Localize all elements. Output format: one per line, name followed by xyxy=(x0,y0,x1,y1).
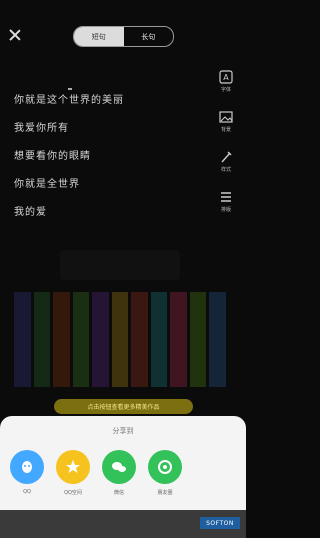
share-wechat[interactable]: 微信 xyxy=(98,450,140,496)
poem-line: 想要看你的眼睛 xyxy=(14,151,91,162)
wechat-icon xyxy=(102,450,136,484)
brush-icon xyxy=(221,151,232,163)
tab-active[interactable]: 短句 xyxy=(74,27,124,46)
moments-icon xyxy=(148,450,182,484)
mode-toggle[interactable]: 短句 长句 xyxy=(73,26,174,47)
image-icon xyxy=(219,111,233,123)
poem-line: 你就是这个世界的美丽 xyxy=(14,95,124,106)
overlay-shade xyxy=(60,250,180,280)
background-tool-label: 背景 xyxy=(220,127,231,133)
close-icon[interactable] xyxy=(8,28,22,42)
layout-tool-label: 排版 xyxy=(220,207,231,213)
watermark: SOFTON xyxy=(200,517,240,529)
side-toolbar: A 字体 背景 样式 排版 xyxy=(215,70,237,230)
layout-tool[interactable]: 排版 xyxy=(215,190,237,226)
share-qzone-label: QQ空间 xyxy=(64,490,82,496)
share-sheet: 分享到 QQ QQ空间 微信 朋友圈 xyxy=(0,416,246,510)
tab-inactive[interactable]: 长句 xyxy=(124,27,174,46)
align-icon xyxy=(221,192,231,202)
share-qq[interactable]: QQ xyxy=(6,450,48,496)
star-icon xyxy=(56,450,90,484)
background-spectrum xyxy=(14,292,227,387)
style-tool-label: 样式 xyxy=(220,167,231,173)
background-tool[interactable]: 背景 xyxy=(215,110,237,146)
promo-banner[interactable]: 点击按钮查看更多精美作品 xyxy=(54,399,193,414)
font-tool[interactable]: A 字体 xyxy=(215,70,237,106)
share-wechat-label: 微信 xyxy=(113,490,124,496)
poem-line: 你就是全世界 xyxy=(14,179,80,190)
style-tool[interactable]: 样式 xyxy=(215,150,237,186)
poem-text[interactable]: 你就是这个世界的美丽 我爱你所有 想要看你的眼睛 你就是全世界 我的爱 xyxy=(14,94,124,234)
font-tool-label: 字体 xyxy=(220,87,231,93)
share-moments[interactable]: 朋友圈 xyxy=(144,450,186,496)
decoration-dash xyxy=(68,88,72,90)
poem-line: 我的爱 xyxy=(14,207,47,218)
svg-text:A: A xyxy=(223,73,229,82)
qq-icon xyxy=(10,450,44,484)
font-icon: A xyxy=(219,70,233,84)
share-qq-label: QQ xyxy=(23,489,31,495)
share-title: 分享到 xyxy=(112,427,134,435)
share-moments-label: 朋友圈 xyxy=(157,490,173,496)
poem-line: 我爱你所有 xyxy=(14,123,69,134)
share-qzone[interactable]: QQ空间 xyxy=(52,450,94,496)
